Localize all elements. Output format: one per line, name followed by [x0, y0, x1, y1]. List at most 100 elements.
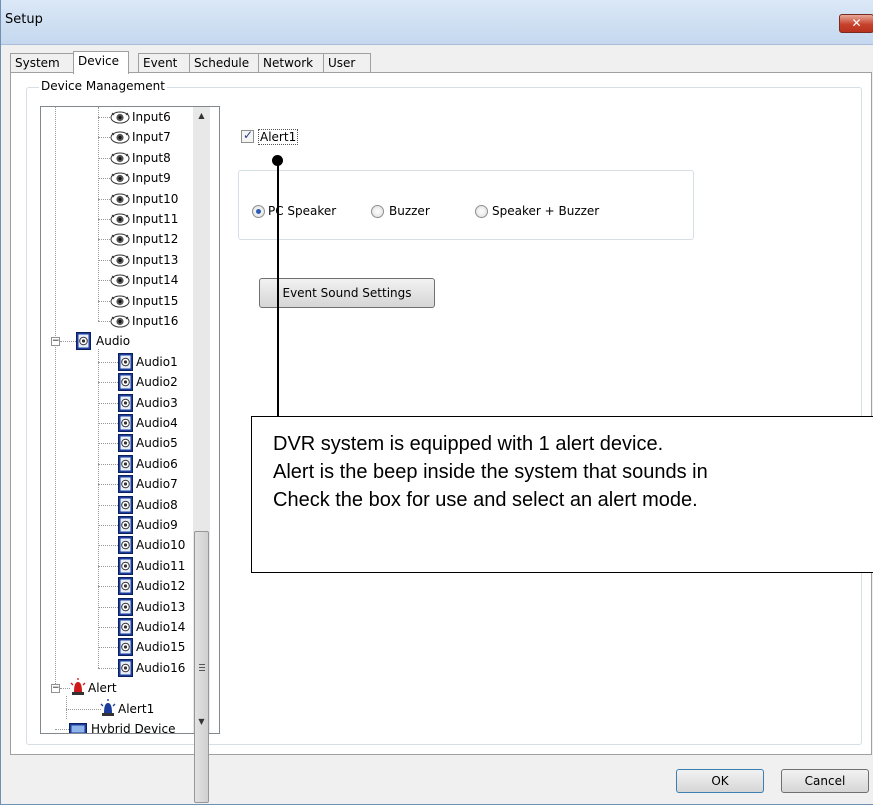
speaker-buzzer-radio[interactable] [475, 205, 488, 218]
tree-item-label: Input10 [132, 191, 179, 206]
buzzer-radio[interactable] [371, 205, 384, 218]
tree-item-label: Alert [88, 681, 117, 696]
tab-label: Event [143, 56, 178, 70]
tree-connector [55, 729, 69, 730]
tree-connector [98, 219, 110, 220]
tree-connector [98, 667, 118, 669]
tree-connector [98, 525, 118, 526]
tree-item[interactable]: Audio7 [41, 474, 201, 494]
alert1-checkbox-label[interactable]: Alert1 [258, 129, 299, 145]
tree-item[interactable]: Audio12 [41, 576, 201, 596]
tree-item-label: Input12 [132, 232, 179, 247]
grip-line [199, 670, 205, 671]
speaker-icon [118, 556, 133, 575]
tree-connector [60, 341, 76, 343]
tab-schedule[interactable]: Schedule [189, 53, 259, 72]
tree-connector [98, 565, 118, 567]
speaker-icon [118, 597, 133, 616]
speaker-icon [118, 352, 133, 371]
tree-item[interactable]: Input10 [41, 189, 201, 209]
tab-network[interactable]: Network [258, 53, 324, 72]
collapse-icon[interactable]: − [51, 684, 60, 694]
tree-item[interactable]: Input11 [41, 209, 201, 229]
tree-item-label: Audio16 [136, 660, 186, 675]
tree-item[interactable]: Audio14 [41, 617, 201, 637]
tree-item[interactable]: Audio4 [41, 413, 201, 433]
tree-item[interactable]: Audio1 [41, 352, 201, 372]
tree-item[interactable]: Input12 [41, 229, 201, 249]
tree-item[interactable]: Audio10 [41, 535, 201, 555]
tree-item[interactable]: Audio16 [41, 658, 201, 678]
tree-item-label: Audio7 [136, 477, 178, 492]
tree-item-label: Audio10 [136, 538, 186, 553]
tree-item-label: Audio15 [136, 640, 186, 655]
tree-item[interactable]: Audio2 [41, 372, 201, 392]
tab-device[interactable]: Device [73, 51, 129, 74]
speaker-icon [118, 638, 133, 657]
tree-item[interactable]: Alert1 [41, 698, 201, 719]
input-eye-icon [110, 232, 130, 246]
tree-node-alert[interactable]: − Alert [41, 678, 201, 698]
speaker-icon [118, 454, 133, 473]
tree-node-audio[interactable]: − Audio [41, 331, 201, 351]
tree-item[interactable]: Input9 [41, 168, 201, 188]
tree-item[interactable]: Audio15 [41, 637, 201, 657]
speaker-icon [76, 332, 91, 351]
close-button[interactable]: ✕ [839, 14, 873, 33]
tree-item[interactable]: Audio11 [41, 556, 201, 576]
alarm-icon [70, 678, 86, 696]
tab-user[interactable]: User [323, 53, 371, 72]
speaker-buzzer-label[interactable]: Speaker + Buzzer [492, 204, 599, 218]
tab-system[interactable]: System [10, 53, 74, 72]
tree-item-label: Audio12 [136, 579, 186, 594]
tree-scrollbar[interactable]: ▲ ▼ [193, 107, 210, 803]
callout-line [277, 160, 279, 417]
speaker-icon [118, 577, 133, 596]
tree-item[interactable]: Input13 [41, 250, 201, 270]
pc-speaker-radio[interactable] [252, 205, 265, 218]
tree-item[interactable]: Hybrid Device [41, 719, 201, 733]
collapse-icon[interactable]: − [51, 337, 60, 347]
buzzer-label[interactable]: Buzzer [389, 204, 430, 218]
input-eye-icon [110, 130, 130, 144]
event-sound-settings-button[interactable]: Event Sound Settings [259, 278, 435, 308]
speaker-icon [118, 475, 133, 494]
tree-item[interactable]: Input15 [41, 291, 201, 311]
tree-item-label: Audio14 [136, 620, 186, 634]
tree-connector [98, 647, 118, 649]
tree-item[interactable]: Audio13 [41, 597, 201, 617]
tree-item-label: Audio13 [136, 599, 186, 614]
grip-line [199, 664, 205, 665]
callout-line-1: DVR system is equipped with 1 alert devi… [273, 433, 664, 455]
speaker-icon [118, 495, 133, 514]
window-title: Setup [5, 12, 43, 27]
tree-item[interactable]: Input7 [41, 127, 201, 147]
tree-item[interactable]: Audio3 [41, 393, 201, 413]
cancel-button[interactable]: Cancel [781, 769, 869, 793]
tree-item-label: Audio9 [136, 518, 178, 532]
grip-line [199, 667, 205, 668]
scroll-thumb[interactable] [194, 531, 209, 803]
scroll-down-icon[interactable]: ▼ [193, 713, 210, 730]
ok-button[interactable]: OK [676, 769, 764, 793]
tab-event[interactable]: Event [138, 53, 190, 72]
input-eye-icon [110, 253, 130, 267]
button-label: Event Sound Settings [282, 286, 412, 300]
tree-item[interactable]: Audio9 [41, 515, 201, 535]
alert1-checkbox[interactable]: ✓ [241, 128, 254, 143]
tree-item[interactable]: Input16 [41, 311, 201, 331]
input-eye-icon [110, 294, 130, 308]
tree-item[interactable]: Audio6 [41, 454, 201, 474]
tree-item[interactable]: Input8 [41, 148, 201, 168]
callout-line-3: Check the box for use and select an aler… [273, 489, 698, 511]
tree-item-label: Audio5 [136, 436, 178, 451]
title-bar[interactable]: Setup ✕ [1, 0, 873, 45]
hybrid-device-icon [69, 723, 87, 733]
tree-connector [98, 300, 110, 302]
tree-item[interactable]: Input6 [41, 107, 201, 127]
tree-item[interactable]: Input14 [41, 270, 201, 290]
tab-label: User [328, 56, 356, 70]
tree-item[interactable]: Audio5 [41, 433, 201, 453]
scroll-up-icon[interactable]: ▲ [193, 107, 210, 124]
tree-item[interactable]: Audio8 [41, 495, 201, 515]
